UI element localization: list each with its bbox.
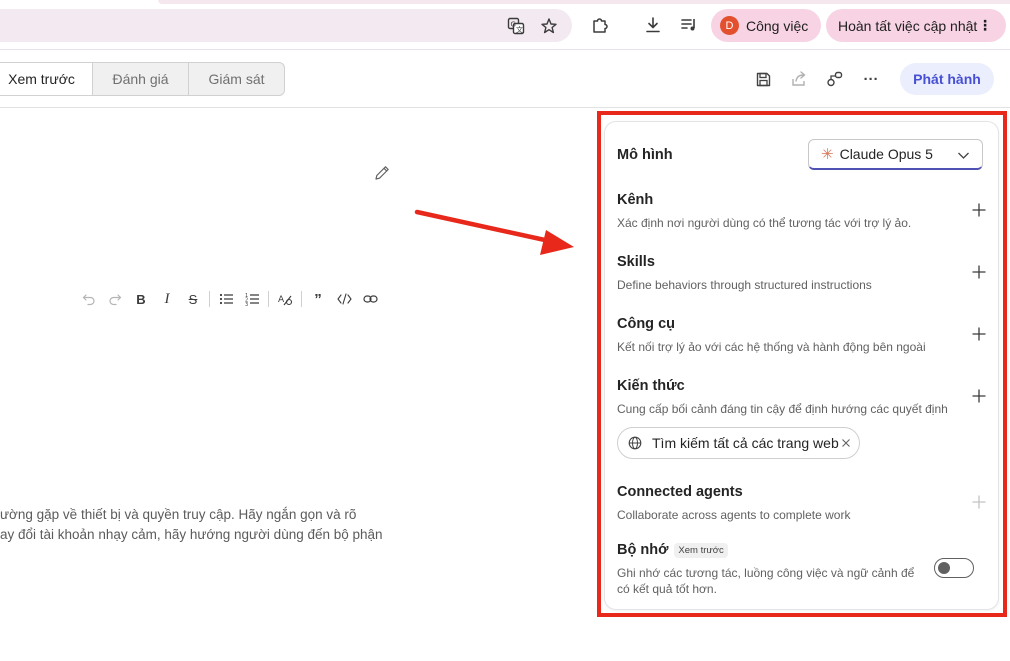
bullet-list-icon[interactable] [213, 289, 239, 309]
toggle-knob [938, 562, 950, 574]
avatar: D [720, 16, 739, 35]
annotation-arrow-icon [414, 209, 574, 255]
model-label: Mô hình [617, 147, 673, 163]
section-title-row: Bộ nhớ Xem trước [617, 542, 917, 558]
quote-icon[interactable]: ” [305, 289, 331, 309]
knowledge-source-chip[interactable]: Tìm kiếm tất cả các trang web [617, 427, 860, 459]
browser-toolbar: G文 D Công việc Hoàn tất việc cập nhật ⋮ [0, 0, 1010, 50]
globe-icon [628, 436, 642, 450]
section-description: Collaborate across agents to complete wo… [617, 508, 851, 522]
section-title: Kênh [617, 192, 654, 208]
strikethrough-icon[interactable]: S [180, 289, 206, 309]
address-bar[interactable]: G文 [0, 9, 572, 42]
add-agent-icon[interactable] [971, 494, 987, 510]
channels-section: Kênh Xác định nơi người dùng có thể tươn… [617, 192, 987, 231]
memory-toggle[interactable] [934, 558, 974, 578]
section-description: Define behaviors through structured inst… [617, 278, 872, 292]
code-icon[interactable] [331, 289, 357, 309]
italic-icon[interactable]: I [154, 289, 180, 309]
edit-pencil-icon[interactable] [372, 163, 392, 183]
bold-icon[interactable]: B [128, 289, 154, 309]
tab-evaluate[interactable]: Đánh giá [93, 63, 189, 95]
profile-chip[interactable]: D Công việc [711, 9, 821, 42]
toolbar-divider [209, 291, 210, 307]
chevron-down-icon [958, 152, 969, 159]
update-label: Hoàn tất việc cập nhật [838, 17, 978, 34]
share-icon[interactable] [789, 69, 809, 89]
tools-section: Công cụ Kết nối trợ lý ảo với các hệ thố… [617, 316, 987, 355]
section-description: Ghi nhớ các tương tác, luồng công việc v… [617, 566, 915, 596]
model-value: Claude Opus 5 [839, 146, 933, 162]
add-tool-icon[interactable] [971, 326, 987, 342]
download-icon[interactable] [642, 14, 664, 36]
memory-section: Bộ nhớ Xem trước Ghi nhớ các tương tác, … [617, 542, 917, 597]
more-horizontal-icon[interactable]: ··· [861, 69, 881, 89]
star-icon[interactable] [539, 16, 559, 36]
link-icon[interactable] [357, 289, 383, 309]
update-button[interactable]: Hoàn tất việc cập nhật ⋮ [826, 9, 1006, 42]
svg-text:3: 3 [245, 302, 248, 306]
connected-agents-section: Connected agents Collaborate across agen… [617, 484, 987, 523]
remove-chip-icon[interactable] [841, 438, 851, 448]
preview-badge: Xem trước [674, 542, 728, 558]
model-dropdown[interactable]: ✳ Claude Opus 5 [808, 139, 983, 170]
save-icon[interactable] [753, 69, 773, 89]
add-knowledge-icon[interactable] [971, 388, 987, 404]
skills-section: Skills Define behaviors through structur… [617, 254, 987, 293]
toolbar-divider [268, 291, 269, 307]
publish-button[interactable]: Phát hành [900, 63, 994, 95]
view-tabs: Xem trước Đánh giá Giám sát [0, 62, 285, 96]
knowledge-section: Kiến thức Cung cấp bối cảnh đáng tin cậy… [617, 378, 987, 417]
section-title: Connected agents [617, 484, 743, 500]
section-description: Xác định nơi người dùng có thể tương tác… [617, 216, 912, 230]
section-title: Kiến thức [617, 378, 685, 394]
section-title: Skills [617, 254, 655, 270]
toolbar-divider [301, 291, 302, 307]
undo-icon[interactable] [76, 289, 102, 309]
section-title: Bộ nhớ [617, 542, 669, 558]
section-title: Công cụ [617, 316, 675, 332]
profile-label: Công việc [746, 17, 809, 34]
media-control-icon[interactable] [678, 14, 700, 36]
claude-logo-icon: ✳ [821, 146, 834, 163]
tab-monitor[interactable]: Giám sát [189, 63, 284, 95]
instructions-line: ường gặp về thiết bị và quyền truy cập. … [0, 507, 357, 522]
section-description: Kết nối trợ lý ảo với các hệ thống và hà… [617, 340, 926, 354]
more-vertical-icon[interactable]: ⋮ [978, 17, 992, 33]
add-channel-icon[interactable] [971, 202, 987, 218]
numbered-list-icon[interactable]: 123 [239, 289, 265, 309]
chip-label: Tìm kiếm tất cả các trang web [652, 435, 839, 451]
agent-config-panel: Mô hình ✳ Claude Opus 5 Kênh Xác định nơ… [604, 121, 999, 610]
add-skill-icon[interactable] [971, 264, 987, 280]
section-description: Cung cấp bối cảnh đáng tin cậy để định h… [617, 402, 948, 416]
instructions-line: ay đổi tài khoản nhạy cảm, hãy hướng ngư… [0, 527, 383, 542]
svg-text:文: 文 [516, 25, 523, 34]
translate-icon[interactable]: G文 [506, 16, 526, 36]
svg-text:A: A [278, 295, 285, 305]
formatting-toolbar: B I S 123 A ” [76, 289, 383, 309]
tab-preview[interactable]: Xem trước [0, 63, 93, 95]
extensions-icon[interactable] [589, 14, 611, 36]
clear-format-icon[interactable]: A [272, 289, 298, 309]
page: G文 D Công việc Hoàn tất việc cập nhật ⋮ … [0, 0, 1010, 661]
connection-icon[interactable] [825, 69, 845, 89]
app-toolbar: Xem trước Đánh giá Giám sát ··· Phát hàn… [0, 51, 1010, 108]
redo-icon[interactable] [102, 289, 128, 309]
instructions-text[interactable]: ường gặp về thiết bị và quyền truy cập. … [0, 505, 400, 545]
tab-strip [158, 0, 1010, 4]
